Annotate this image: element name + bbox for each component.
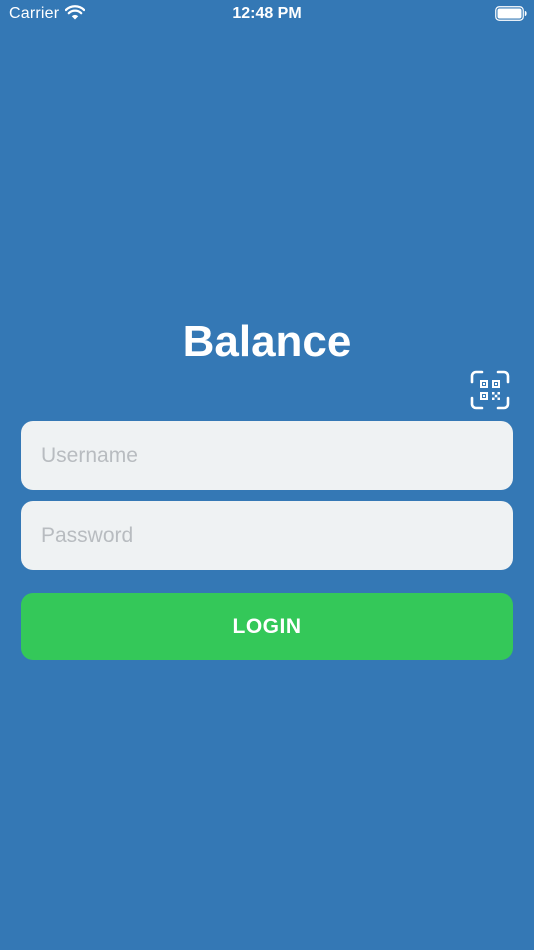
username-input[interactable] — [21, 421, 513, 490]
status-time: 12:48 PM — [232, 5, 302, 22]
status-bar: Carrier 12:48 PM — [0, 0, 534, 28]
qr-scan-icon — [470, 370, 510, 410]
qr-scan-button[interactable] — [470, 370, 510, 410]
battery-icon — [495, 6, 527, 21]
app-title: Balance — [182, 317, 352, 366]
password-input[interactable] — [21, 501, 513, 570]
login-button[interactable]: LOGIN — [21, 593, 513, 660]
